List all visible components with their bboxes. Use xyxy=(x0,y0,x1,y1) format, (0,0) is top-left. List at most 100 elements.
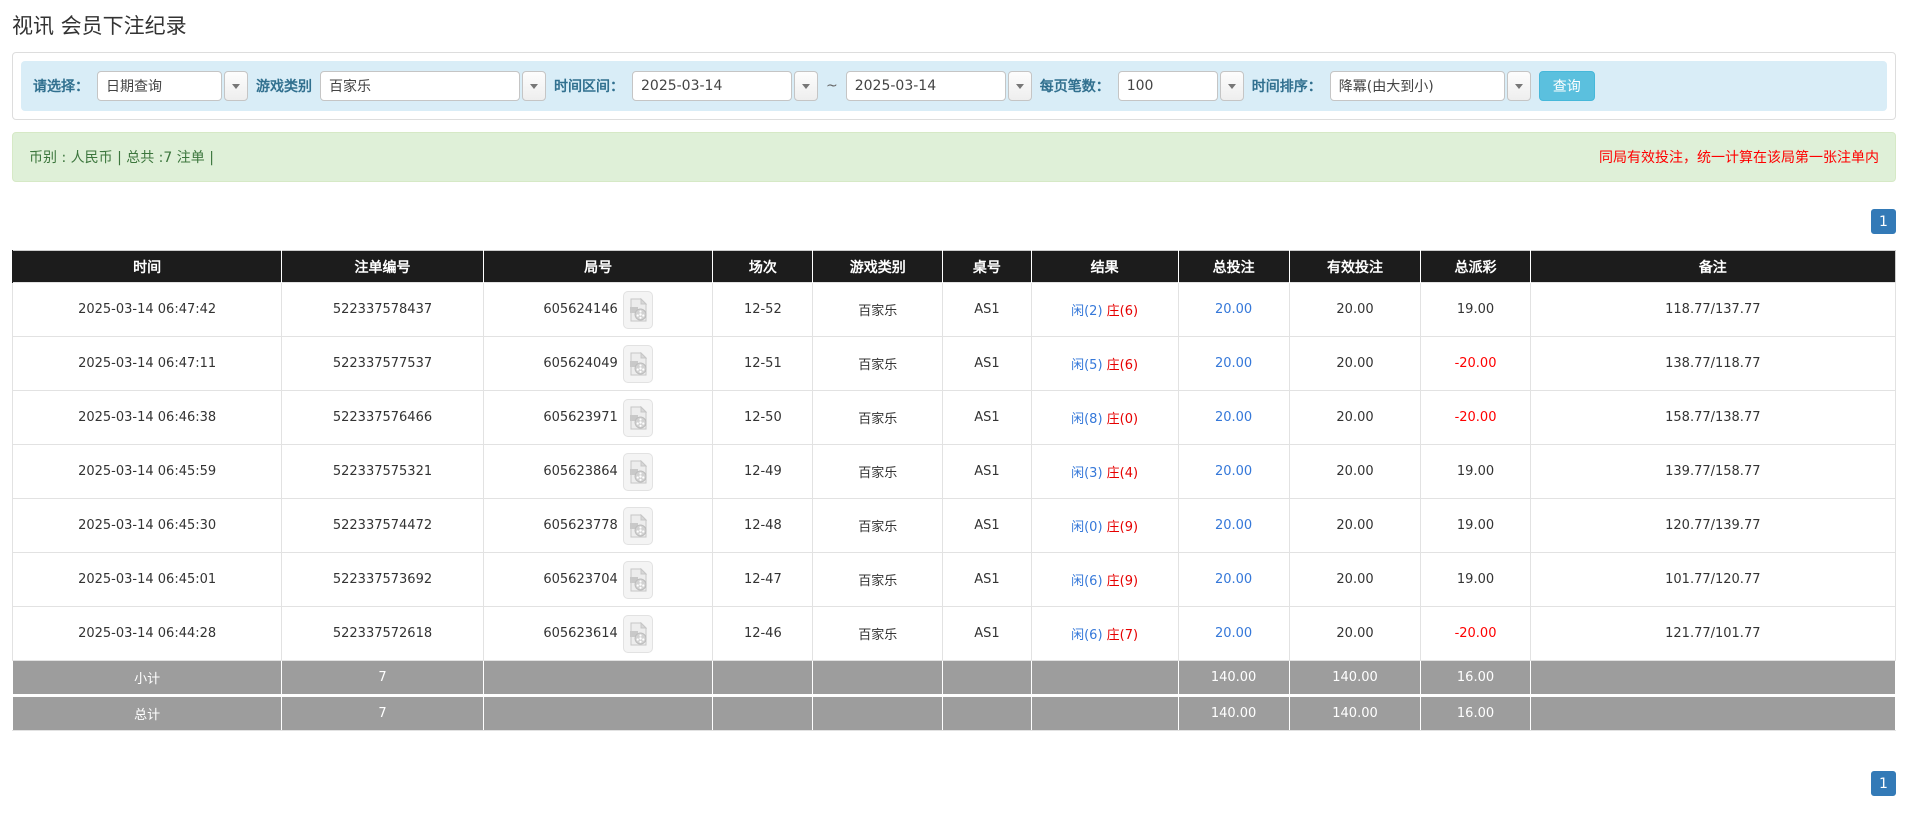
video-replay-icon xyxy=(629,514,647,538)
game-type-cell: 百家乐 xyxy=(813,445,943,499)
valid-bet-cell: 20.00 xyxy=(1289,607,1421,661)
video-replay-button[interactable] xyxy=(623,345,653,383)
total-bet-cell: 20.00 xyxy=(1178,499,1289,553)
session-cell: 12-50 xyxy=(713,391,813,445)
result-player: 闲(2) xyxy=(1071,304,1102,319)
result-player: 闲(5) xyxy=(1071,358,1102,373)
query-type-dropdown-button[interactable] xyxy=(224,71,248,101)
payout-value: 19.00 xyxy=(1457,302,1494,317)
page-size-dropdown-button[interactable] xyxy=(1220,71,1244,101)
video-replay-button[interactable] xyxy=(623,399,653,437)
date-from-dropdown-button[interactable] xyxy=(794,71,818,101)
page-1-button[interactable]: 1 xyxy=(1871,771,1896,796)
date-from-picker[interactable] xyxy=(632,71,818,101)
payout-sum-cell: 16.00 xyxy=(1421,696,1530,731)
total-bet-link[interactable]: 20.00 xyxy=(1215,626,1252,641)
game-type-input[interactable] xyxy=(320,71,520,101)
valid-bet-cell: 20.00 xyxy=(1289,283,1421,337)
query-type-select[interactable] xyxy=(97,71,248,101)
chevron-down-icon xyxy=(232,84,240,89)
bet-id-cell: 522337578437 xyxy=(282,283,483,337)
total-bet-link[interactable]: 20.00 xyxy=(1215,518,1252,533)
sort-order-dropdown-button[interactable] xyxy=(1507,71,1531,101)
chevron-down-icon xyxy=(1228,84,1236,89)
total-bet-link[interactable]: 20.00 xyxy=(1215,572,1252,587)
result-cell: 闲(5) 庄(6) xyxy=(1031,337,1178,391)
grand-total-row: 总计7140.00140.0016.00 xyxy=(13,696,1896,731)
column-header: 总投注 xyxy=(1178,251,1289,283)
payout-value: 19.00 xyxy=(1457,464,1494,479)
total-bet-cell: 20.00 xyxy=(1178,337,1289,391)
sort-order-input[interactable] xyxy=(1330,71,1505,101)
date-to-dropdown-button[interactable] xyxy=(1008,71,1032,101)
remark-cell: 121.77/101.77 xyxy=(1530,607,1895,661)
total-bet-link[interactable]: 20.00 xyxy=(1215,302,1252,317)
video-replay-icon xyxy=(629,298,647,322)
total-bet-cell: 20.00 xyxy=(1178,283,1289,337)
result-banker: 庄(4) xyxy=(1107,466,1138,481)
result-banker: 庄(9) xyxy=(1107,574,1138,589)
page-size-select[interactable] xyxy=(1118,71,1244,101)
valid-bet-cell: 20.00 xyxy=(1289,337,1421,391)
remark-cell: 139.77/158.77 xyxy=(1530,445,1895,499)
page-size-input[interactable] xyxy=(1118,71,1218,101)
video-replay-button[interactable] xyxy=(623,291,653,329)
payout-cell: -20.00 xyxy=(1421,391,1530,445)
video-replay-icon xyxy=(629,568,647,592)
game-type-cell: 百家乐 xyxy=(813,283,943,337)
result-cell: 闲(2) 庄(6) xyxy=(1031,283,1178,337)
round-id-cell: 605623704 xyxy=(483,553,713,607)
result-player: 闲(0) xyxy=(1071,520,1102,535)
round-id-cell: 605623971 xyxy=(483,391,713,445)
session-cell: 12-47 xyxy=(713,553,813,607)
chevron-down-icon xyxy=(530,84,538,89)
total-bet-link[interactable]: 20.00 xyxy=(1215,356,1252,371)
total-bet-link[interactable]: 20.00 xyxy=(1215,410,1252,425)
column-header: 总派彩 xyxy=(1421,251,1530,283)
pagination-bottom: 1 xyxy=(12,771,1896,796)
payout-value: 19.00 xyxy=(1457,518,1494,533)
date-from-input[interactable] xyxy=(632,71,792,101)
video-replay-button[interactable] xyxy=(623,615,653,653)
video-replay-icon xyxy=(629,460,647,484)
total-label-cell: 总计 xyxy=(13,696,282,731)
remark-cell: 118.77/137.77 xyxy=(1530,283,1895,337)
video-replay-button[interactable] xyxy=(623,561,653,599)
empty-cell xyxy=(813,696,943,731)
table-number-cell: AS1 xyxy=(943,391,1032,445)
bet-time-cell: 2025-03-14 06:47:42 xyxy=(13,283,282,337)
video-replay-button[interactable] xyxy=(623,507,653,545)
bet-table-header-row: 时间注单编号局号场次游戏类别桌号结果总投注有效投注总派彩备注 xyxy=(13,251,1896,283)
result-banker: 庄(0) xyxy=(1107,412,1138,427)
empty-cell xyxy=(713,696,813,731)
game-type-dropdown-button[interactable] xyxy=(522,71,546,101)
valid-bet-sum-cell: 140.00 xyxy=(1289,696,1421,731)
date-to-picker[interactable] xyxy=(846,71,1032,101)
round-id: 605624049 xyxy=(543,356,617,371)
payout-sum-cell: 16.00 xyxy=(1421,661,1530,696)
payout-value: -20.00 xyxy=(1455,626,1497,641)
session-cell: 12-48 xyxy=(713,499,813,553)
remark-cell: 101.77/120.77 xyxy=(1530,553,1895,607)
bet-records-table: 时间注单编号局号场次游戏类别桌号结果总投注有效投注总派彩备注 2025-03-1… xyxy=(12,250,1896,731)
round-id: 605624146 xyxy=(543,302,617,317)
chevron-down-icon xyxy=(802,84,810,89)
query-type-input[interactable] xyxy=(97,71,222,101)
date-to-input[interactable] xyxy=(846,71,1006,101)
payout-value: -20.00 xyxy=(1455,356,1497,371)
payout-cell: 19.00 xyxy=(1421,445,1530,499)
payout-cell: 19.00 xyxy=(1421,499,1530,553)
sort-order-select[interactable] xyxy=(1330,71,1531,101)
chevron-down-icon xyxy=(1515,84,1523,89)
total-bet-sum-cell: 140.00 xyxy=(1178,696,1289,731)
game-type-select[interactable] xyxy=(320,71,546,101)
column-header: 注单编号 xyxy=(282,251,483,283)
column-header: 游戏类别 xyxy=(813,251,943,283)
payout-value: 19.00 xyxy=(1457,572,1494,587)
search-button[interactable]: 查询 xyxy=(1539,71,1595,101)
total-bet-link[interactable]: 20.00 xyxy=(1215,464,1252,479)
video-replay-button[interactable] xyxy=(623,453,653,491)
round-id: 605623614 xyxy=(543,626,617,641)
page-1-button[interactable]: 1 xyxy=(1871,209,1896,234)
total-bet-cell: 20.00 xyxy=(1178,553,1289,607)
